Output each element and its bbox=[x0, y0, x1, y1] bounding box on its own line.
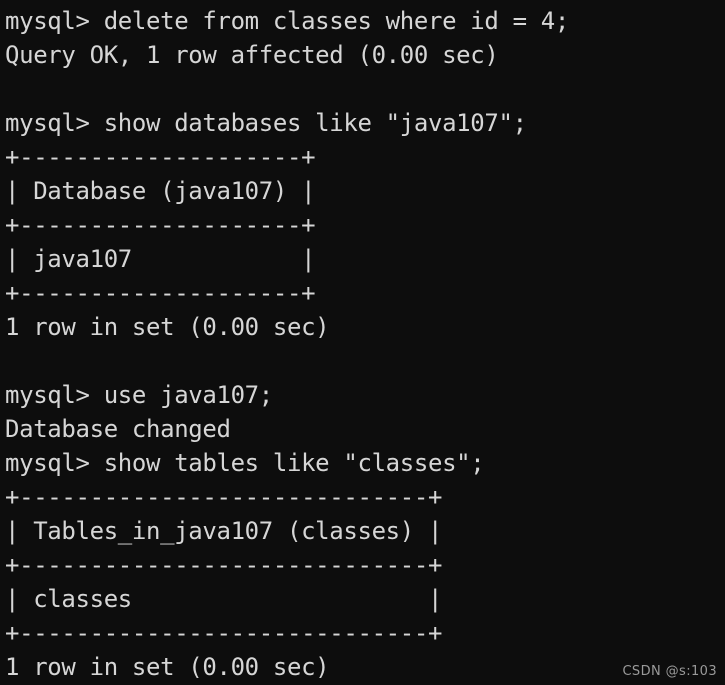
terminal-output[interactable]: mysql> delete from classes where id = 4;… bbox=[0, 0, 569, 684]
terminal-line: | java107 | bbox=[5, 245, 316, 273]
terminal-line: mysql> delete from classes where id = 4; bbox=[5, 7, 569, 35]
terminal-line: +--------------------+ bbox=[5, 279, 316, 307]
terminal-line: Query OK, 1 row affected (0.00 sec) bbox=[5, 41, 499, 69]
terminal-line: | classes | bbox=[5, 585, 443, 613]
terminal-line: mysql> use java107; bbox=[5, 381, 273, 409]
terminal-window[interactable]: mysql> delete from classes where id = 4;… bbox=[0, 0, 725, 685]
terminal-line: mysql> show tables like "classes"; bbox=[5, 449, 485, 477]
terminal-line: | Tables_in_java107 (classes) | bbox=[5, 517, 443, 545]
terminal-line: 1 row in set (0.00 sec) bbox=[5, 313, 330, 341]
terminal-line: mysql> show databases like "java107"; bbox=[5, 109, 527, 137]
watermark-label: CSDN @s:103 bbox=[622, 664, 717, 679]
terminal-line: +-----------------------------+ bbox=[5, 619, 443, 647]
terminal-line: 1 row in set (0.00 sec) bbox=[5, 653, 330, 681]
terminal-line: Database changed bbox=[5, 415, 231, 443]
terminal-line: +--------------------+ bbox=[5, 211, 316, 239]
terminal-line: +--------------------+ bbox=[5, 143, 316, 171]
terminal-line: | Database (java107) | bbox=[5, 177, 316, 205]
terminal-line: +-----------------------------+ bbox=[5, 551, 443, 579]
terminal-line: +-----------------------------+ bbox=[5, 483, 443, 511]
